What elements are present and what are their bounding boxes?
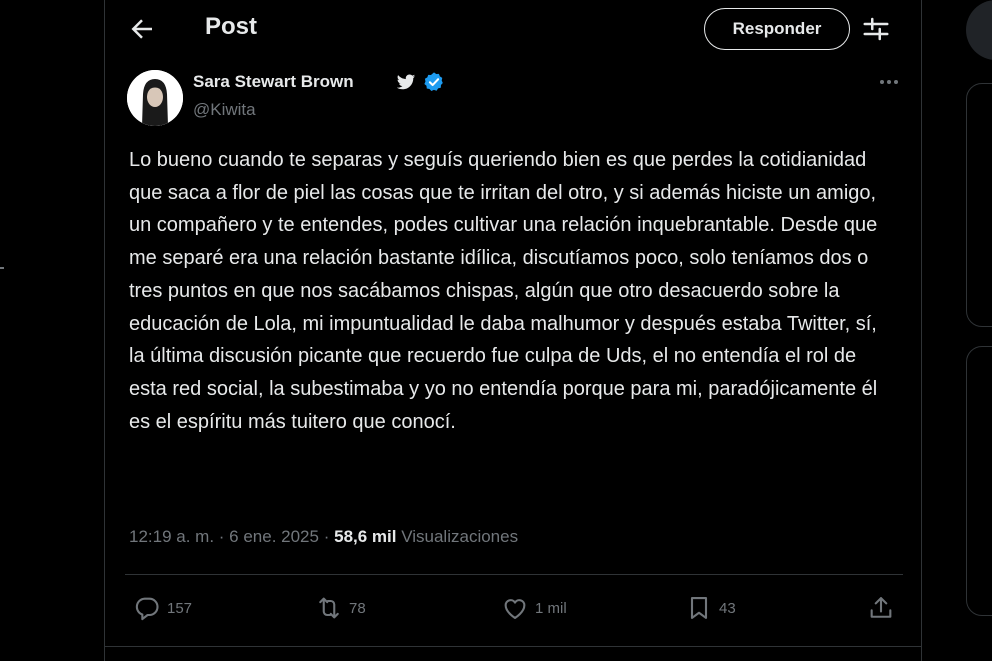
avatar[interactable] xyxy=(127,70,183,126)
post-timestamp[interactable]: 12:19 a. m. · 6 ene. 2025 xyxy=(129,527,319,546)
author-handle[interactable]: @Kiwita xyxy=(193,100,256,120)
reply-button[interactable]: Responder xyxy=(704,8,850,50)
reply-count: 157 xyxy=(167,599,193,617)
post-column: Post Responder Sara Stewart Brown @Kiwit… xyxy=(104,0,922,661)
bookmark-icon xyxy=(690,597,708,619)
share-action[interactable] xyxy=(867,590,895,626)
page-title: Post xyxy=(205,13,258,40)
sidebar-card xyxy=(966,83,992,327)
avatar-portrait-icon xyxy=(127,70,183,126)
views-count: 58,6 mil xyxy=(334,527,397,546)
meta-separator: · xyxy=(323,527,330,546)
divider xyxy=(125,574,903,575)
repost-action[interactable]: 78 xyxy=(315,590,366,626)
like-action[interactable]: 1 mil xyxy=(501,590,567,626)
bookmark-action[interactable]: 43 xyxy=(685,590,736,626)
sidebar-card xyxy=(966,346,992,616)
sliders-icon xyxy=(863,17,889,41)
bottom-divider xyxy=(105,646,921,647)
heart-icon xyxy=(504,599,526,619)
author-name[interactable]: Sara Stewart Brown xyxy=(193,72,354,92)
more-options-button[interactable] xyxy=(875,70,903,94)
reply-action[interactable]: 157 xyxy=(133,590,192,626)
left-sidebar-edge xyxy=(0,262,5,274)
comment-bubble-icon xyxy=(135,597,159,621)
bookmark-count: 43 xyxy=(719,599,736,617)
share-upload-icon xyxy=(870,597,892,618)
like-count: 1 mil xyxy=(535,599,567,617)
action-bar: 157 78 1 mil 43 xyxy=(105,590,921,626)
verified-badge-icon xyxy=(424,72,443,91)
post-meta: 12:19 a. m. · 6 ene. 2025 · 58,6 mil Vis… xyxy=(129,527,518,547)
repost-count: 78 xyxy=(349,599,366,617)
post-text: Lo bueno cuando te separas y seguís quer… xyxy=(129,149,878,433)
repost-arrows-icon xyxy=(319,597,339,619)
post-header: Post Responder xyxy=(105,0,921,58)
arrow-left-icon xyxy=(131,19,152,39)
twitter-bird-icon xyxy=(396,74,416,90)
more-dots-icon xyxy=(880,80,898,84)
views-label: Visualizaciones xyxy=(401,527,519,546)
back-button[interactable] xyxy=(127,14,157,44)
settings-button[interactable] xyxy=(861,14,891,44)
search-box[interactable] xyxy=(966,0,992,60)
